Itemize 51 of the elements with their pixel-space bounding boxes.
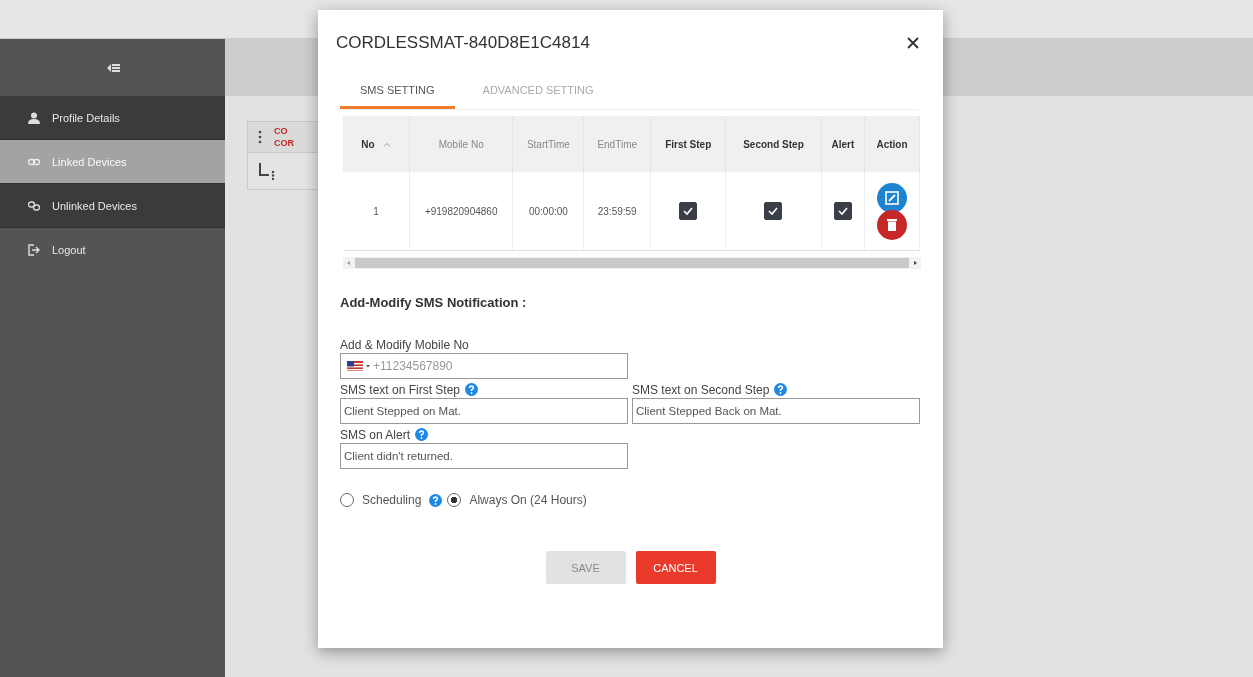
column-header[interactable]: No	[343, 116, 410, 172]
field-label: SMS text on First Step	[340, 382, 461, 397]
right-arrow-icon[interactable]	[912, 260, 918, 266]
cancel-button[interactable]: CANCEL	[635, 551, 716, 584]
column-header[interactable]: Alert	[821, 116, 865, 172]
tab[interactable]: SMS SETTING	[340, 82, 455, 109]
delete-button[interactable]	[877, 209, 908, 240]
device-name: COR	[274, 138, 294, 148]
column-header[interactable]: First Step	[650, 116, 726, 172]
caret-icon	[366, 364, 370, 368]
kebab-icon	[258, 130, 262, 144]
radio-label[interactable]: Scheduling	[362, 493, 422, 507]
sidebar-item[interactable]: Logout	[0, 228, 225, 271]
left-arrow-icon[interactable]	[346, 260, 352, 266]
section-heading: Add-Modify SMS Notification :	[340, 295, 528, 310]
check-icon	[682, 205, 695, 217]
flag-icon	[347, 361, 363, 371]
person-icon	[28, 111, 40, 124]
field-label: SMS on Alert	[340, 427, 411, 442]
radio-button[interactable]	[447, 493, 462, 507]
check-icon	[836, 205, 849, 217]
text-field[interactable]: Client Stepped on Mat.	[340, 398, 628, 424]
sidebar-item[interactable]: Unlinked Devices	[0, 184, 225, 228]
scrollbar[interactable]	[343, 257, 921, 269]
table-cell: 1	[343, 172, 410, 251]
text-field[interactable]: Client didn't returned.	[340, 443, 628, 469]
edit-button[interactable]	[877, 182, 908, 213]
checkbox[interactable]	[679, 202, 698, 220]
column-header[interactable]: Second Step	[725, 116, 822, 172]
text-field[interactable]: Client Stepped Back on Mat.	[632, 398, 920, 424]
radio-label[interactable]: Always On (24 Hours)	[469, 493, 587, 507]
field-label: SMS text on Second Step	[632, 382, 770, 397]
edit-icon	[885, 190, 900, 205]
broken-link-icon	[28, 199, 40, 212]
field-label: Add & Modify Mobile No	[340, 337, 469, 352]
checkbox[interactable]	[764, 202, 783, 220]
table-cell: +919820904860	[409, 172, 513, 251]
checkbox[interactable]	[833, 202, 852, 220]
sidebar-item[interactable]: Profile Details	[0, 96, 225, 140]
table-cell: 00:00:00	[512, 172, 584, 251]
logout-icon	[28, 243, 40, 256]
column-header[interactable]: Action	[864, 116, 920, 172]
device-name: CO	[274, 126, 289, 136]
phone-field[interactable]: +11234567890	[340, 353, 628, 379]
collapse-icon	[105, 62, 120, 73]
check-icon	[767, 205, 780, 217]
trash-icon	[887, 218, 898, 231]
tree-branch-icon	[258, 162, 276, 180]
dialog-title: CORDLESSMAT-840D8E1C4814	[336, 33, 590, 53]
table-cell: 23:59:59	[583, 172, 651, 251]
close-icon	[907, 37, 919, 49]
